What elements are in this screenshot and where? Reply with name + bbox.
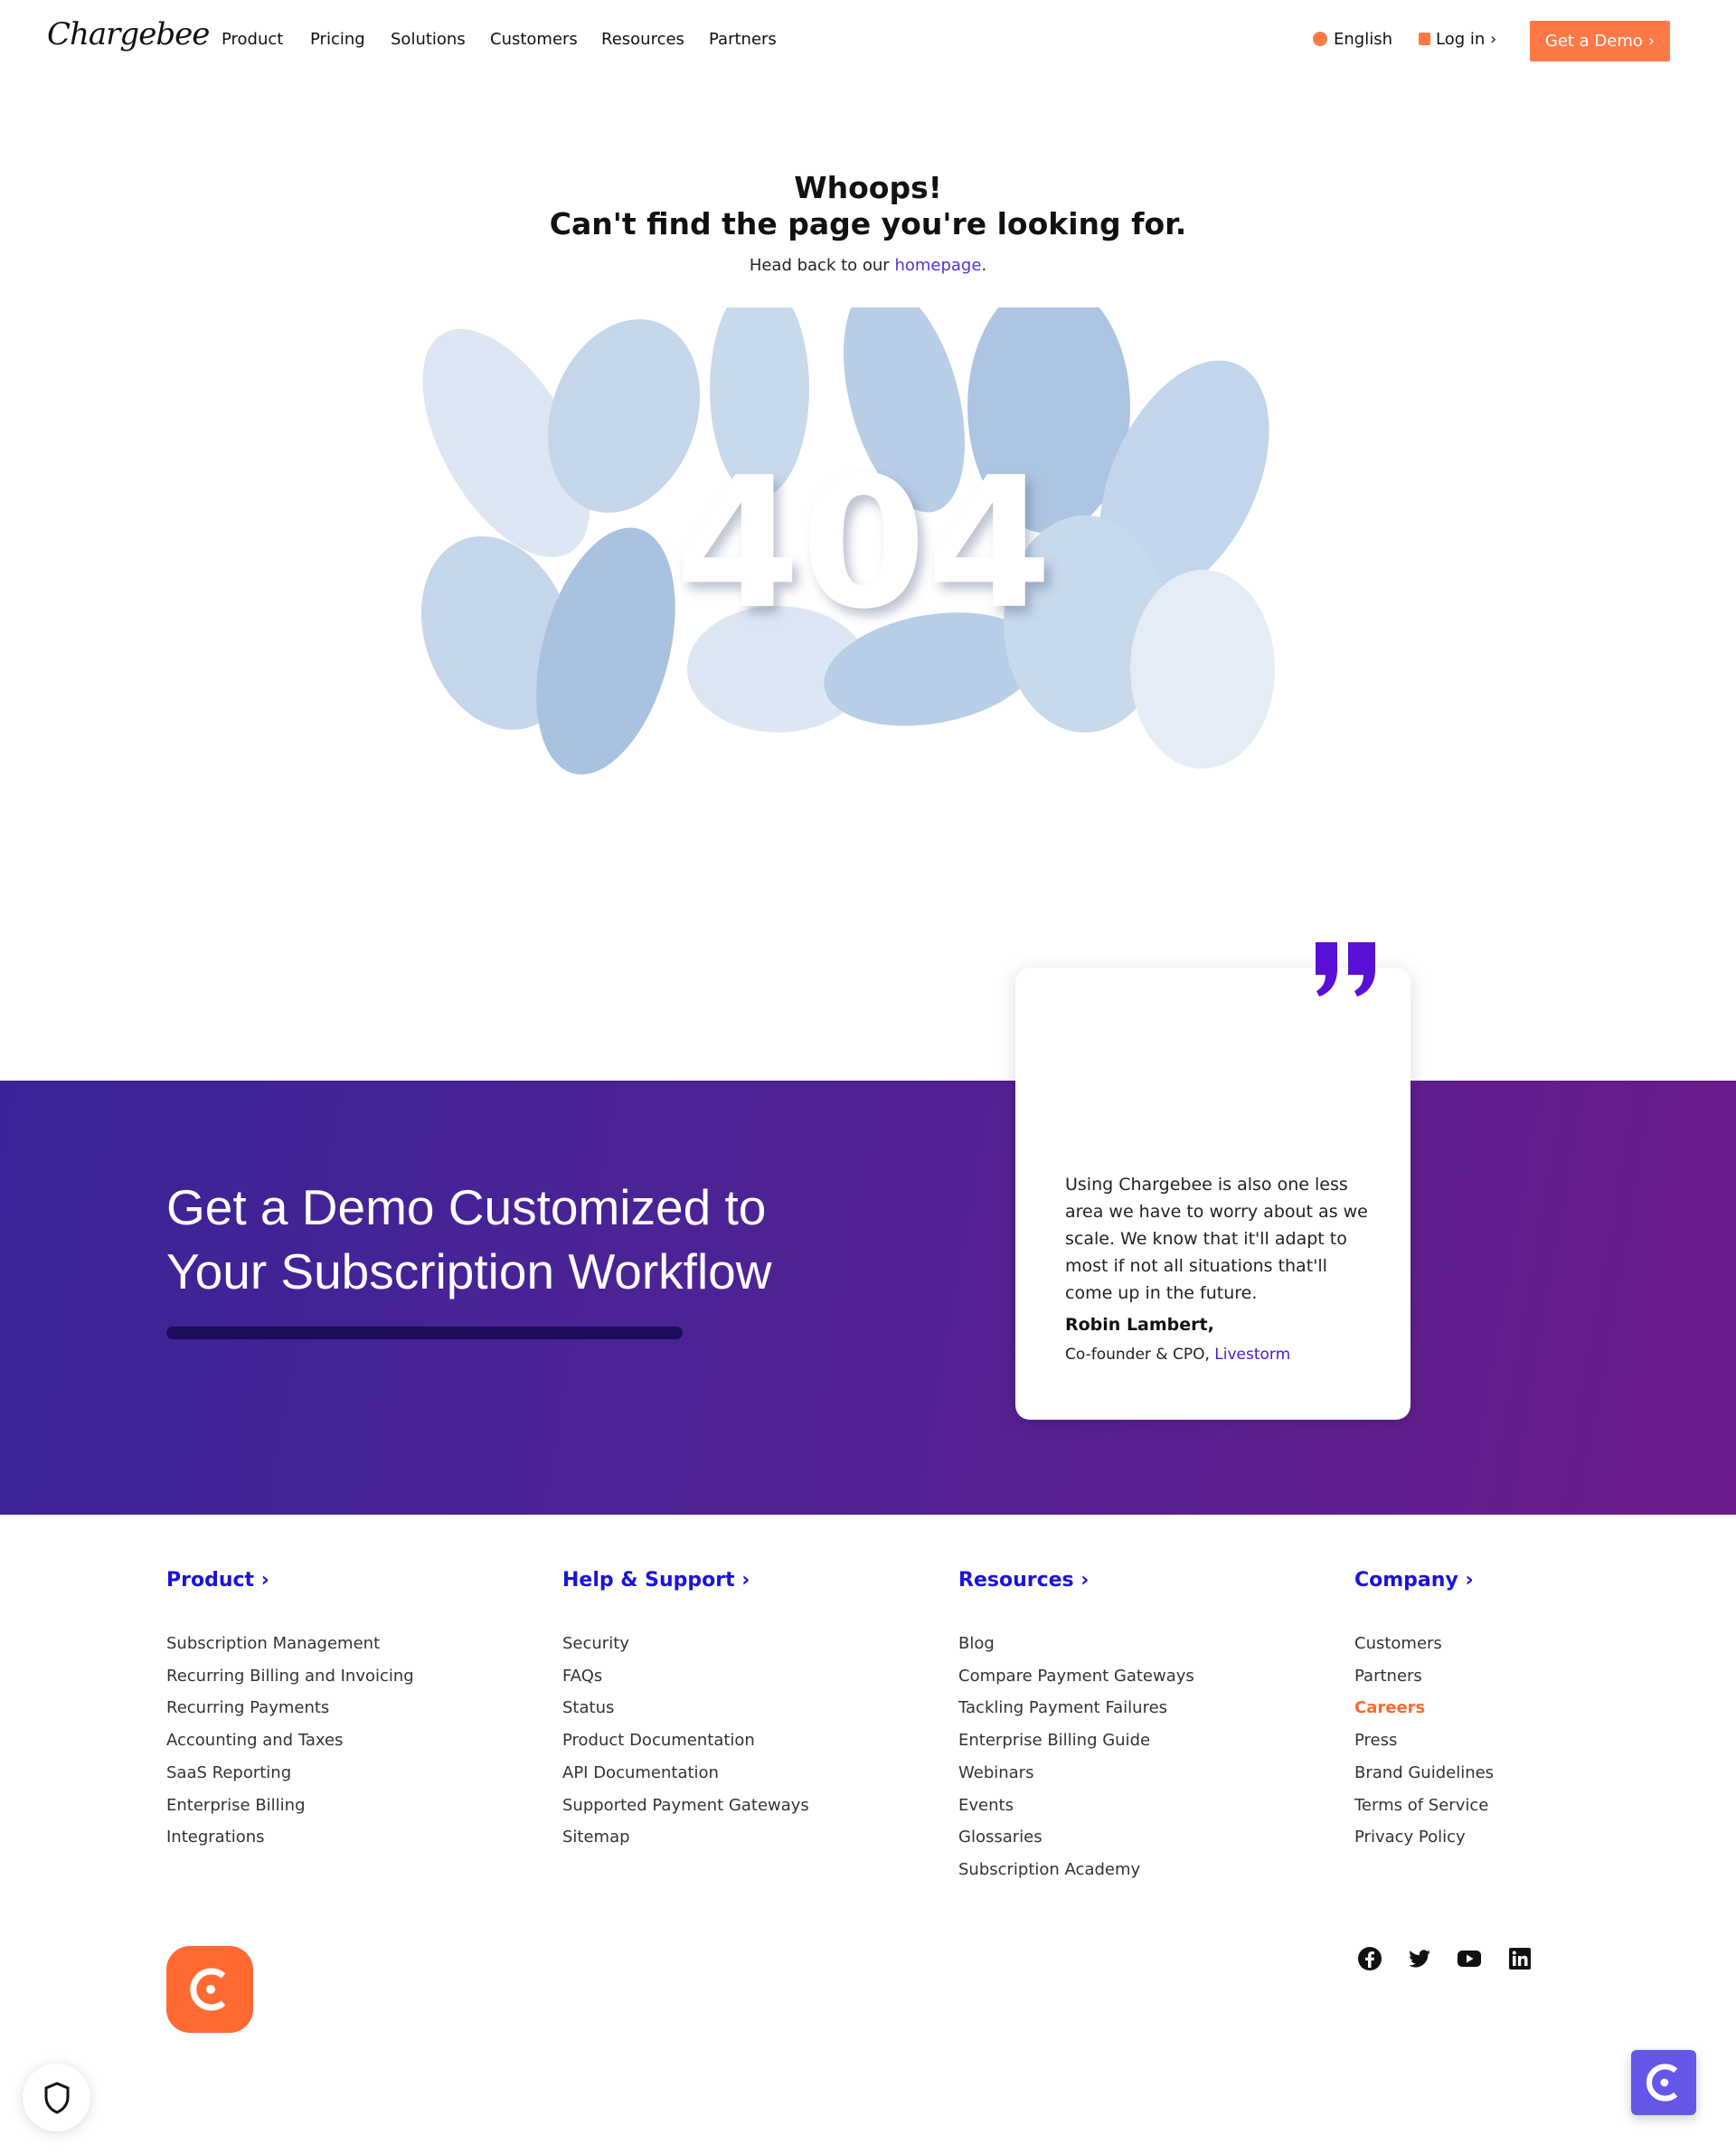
role-text: Co-founder & CPO,	[1065, 1346, 1215, 1364]
login-link[interactable]: Log in ›	[1436, 30, 1496, 49]
footer-link[interactable]: Events	[958, 1790, 1194, 1822]
footer-link[interactable]: Subscription Management	[166, 1628, 414, 1660]
footer-heading-resources[interactable]: Resources ›	[958, 1569, 1194, 1592]
login-label: Log in	[1436, 30, 1486, 49]
footer-heading-help[interactable]: Help & Support ›	[562, 1569, 809, 1592]
error-subtitle: Can't find the page you're looking for.	[549, 206, 1187, 241]
footer-link[interactable]: Subscription Academy	[958, 1854, 1194, 1886]
footer-link-careers[interactable]: Careers	[1354, 1692, 1494, 1724]
testimonial-quote: Using Chargebee is also one less area we…	[1065, 1175, 1368, 1303]
footer-link[interactable]: Recurring Billing and Invoicing	[166, 1660, 414, 1693]
language-selector[interactable]: English	[1334, 30, 1392, 49]
cta-heading-line2: Your Subscription Workflow	[166, 1243, 772, 1299]
footer-link[interactable]: SaaS Reporting	[166, 1757, 414, 1790]
footer-col-resources: Resources › Blog Compare Payment Gateway…	[958, 1569, 1194, 1886]
nav-solutions[interactable]: Solutions	[391, 30, 466, 49]
heading-label: Resources	[958, 1569, 1074, 1592]
footer-link[interactable]: Partners	[1354, 1660, 1494, 1693]
heading-label: Help & Support	[562, 1569, 735, 1592]
footer-link[interactable]: Status	[562, 1692, 809, 1724]
footer-link[interactable]: Product Documentation	[562, 1724, 809, 1757]
privacy-settings-button[interactable]	[23, 2064, 90, 2131]
youtube-icon[interactable]	[1457, 1946, 1482, 1971]
404-illustration: 404	[420, 307, 1275, 775]
heading-label: Product	[166, 1569, 255, 1592]
error-title: Whoops!	[794, 170, 942, 205]
404-text: 404	[675, 439, 1052, 649]
footer-link[interactable]: Customers	[1354, 1628, 1494, 1660]
heading-label: Company	[1354, 1569, 1458, 1592]
testimonial-card: Using Chargebee is also one less area we…	[1015, 968, 1410, 1420]
linkedin-icon[interactable]	[1507, 1946, 1533, 1971]
footer-heading-company[interactable]: Company ›	[1354, 1569, 1494, 1592]
footer-link[interactable]: Blog	[958, 1628, 1194, 1660]
footer-link[interactable]: Compare Payment Gateways	[958, 1660, 1194, 1693]
cta-heading: Get a Demo Customized to Your Subscriptio…	[166, 1176, 771, 1304]
footer-link[interactable]: Supported Payment Gateways	[562, 1790, 809, 1822]
help-suffix: .	[981, 256, 987, 275]
help-text: Head back to our homepage.	[0, 256, 1736, 275]
footer-link[interactable]: Webinars	[958, 1757, 1194, 1790]
demo-cta-section: Get a Demo Customized to Your Subscriptio…	[0, 1081, 1736, 1515]
chargebee-logo[interactable]: Chargebee	[47, 16, 210, 52]
nav-customers[interactable]: Customers	[490, 30, 578, 49]
footer-link[interactable]: Privacy Policy	[1354, 1821, 1494, 1854]
footer-link[interactable]: Tackling Payment Failures	[958, 1692, 1194, 1724]
nav-product[interactable]: Product	[222, 30, 283, 49]
get-demo-button[interactable]: Get a Demo ›	[1530, 21, 1670, 61]
quote-mark-icon	[1316, 942, 1375, 997]
demo-label: Get a Demo	[1544, 32, 1643, 51]
footer-col-help: Help & Support › Security FAQs Status Pr…	[562, 1569, 809, 1854]
footer-link[interactable]: Glossaries	[958, 1821, 1194, 1854]
testimonial-name: Robin Lambert,	[1065, 1315, 1214, 1335]
cta-heading-line1: Get a Demo Customized to	[166, 1179, 767, 1235]
footer-link[interactable]: Terms of Service	[1354, 1790, 1494, 1822]
footer-link[interactable]: FAQs	[562, 1660, 809, 1693]
nav-resources[interactable]: Resources	[601, 30, 684, 49]
shield-icon	[44, 2081, 69, 2114]
chevron-right-icon: ›	[1647, 32, 1656, 51]
chargebee-chat-icon	[1646, 2064, 1678, 2102]
footer-link[interactable]: Recurring Payments	[166, 1692, 414, 1724]
chargebee-footer-logo[interactable]	[166, 1946, 253, 2033]
facebook-icon[interactable]	[1357, 1946, 1382, 1971]
homepage-link[interactable]: homepage	[894, 256, 981, 275]
chargebee-mark-icon	[190, 1968, 226, 2011]
footer-link[interactable]: Accounting and Taxes	[166, 1724, 414, 1757]
globe-icon	[1313, 32, 1327, 46]
footer-link[interactable]: Sitemap	[562, 1821, 809, 1854]
twitter-icon[interactable]	[1407, 1946, 1432, 1971]
footer-link[interactable]: API Documentation	[562, 1757, 809, 1790]
footer-link[interactable]: Enterprise Billing Guide	[958, 1724, 1194, 1757]
footer-col-product: Product › Subscription Management Recurr…	[166, 1569, 414, 1854]
footer-link[interactable]: Security	[562, 1628, 809, 1660]
nav-partners[interactable]: Partners	[709, 30, 777, 49]
footer-heading-product[interactable]: Product ›	[166, 1569, 414, 1592]
footer-link[interactable]: Enterprise Billing	[166, 1790, 414, 1822]
footer-link[interactable]: Integrations	[166, 1821, 414, 1854]
help-prefix: Head back to our	[749, 256, 895, 275]
company-link[interactable]: Livestorm	[1214, 1346, 1290, 1364]
chat-widget-button[interactable]	[1631, 2050, 1696, 2115]
footer-col-company: Company › Customers Partners Careers Pre…	[1354, 1569, 1494, 1854]
cta-underline	[166, 1327, 683, 1339]
nav-pricing[interactable]: Pricing	[310, 30, 365, 49]
testimonial-role: Co-founder & CPO, Livestorm	[1065, 1346, 1290, 1364]
footer-link[interactable]: Press	[1354, 1724, 1494, 1757]
footer-link[interactable]: Brand Guidelines	[1354, 1757, 1494, 1790]
lock-icon	[1419, 33, 1430, 45]
